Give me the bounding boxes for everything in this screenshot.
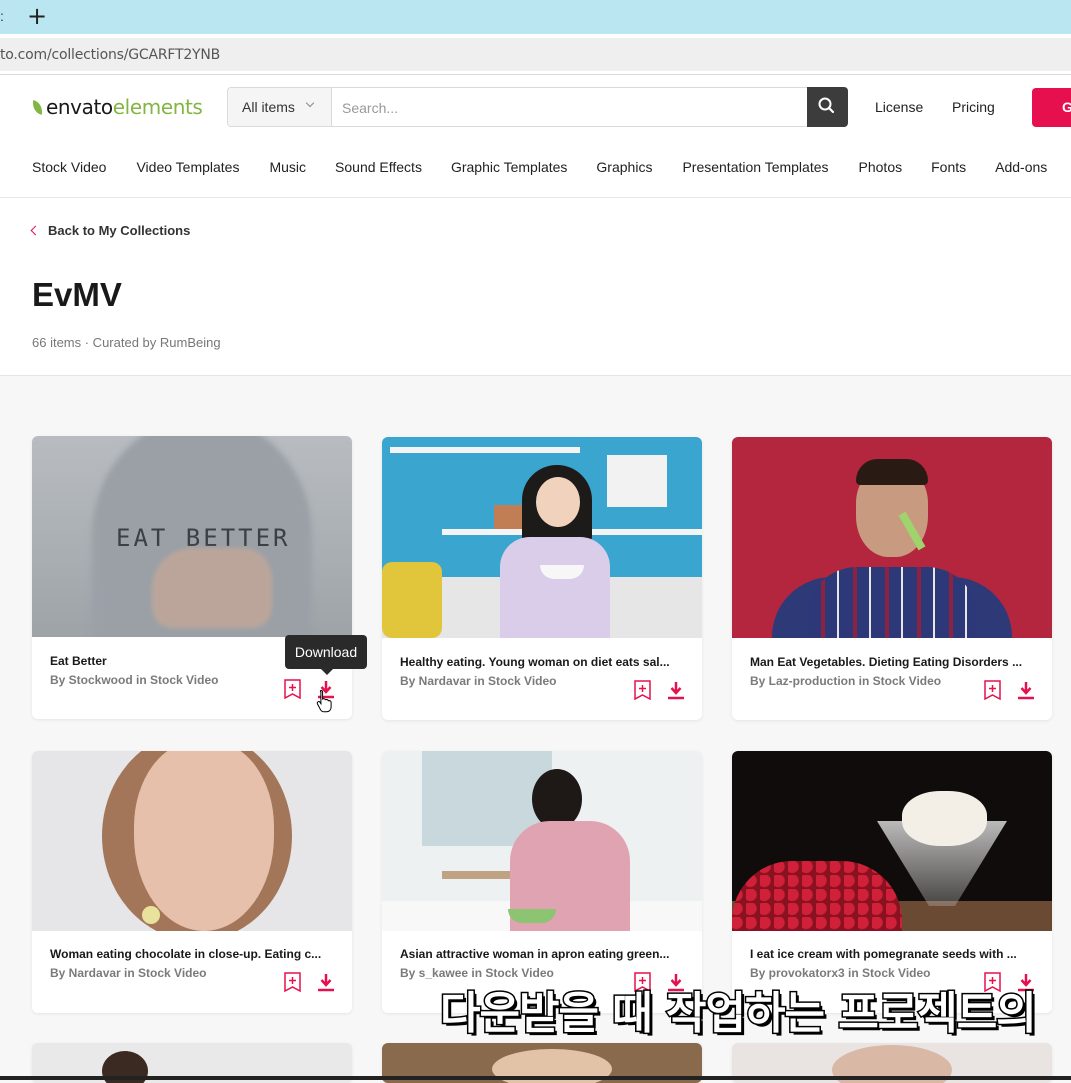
nav-add-ons[interactable]: Add-ons xyxy=(995,159,1047,175)
pricing-link[interactable]: Pricing xyxy=(952,99,995,115)
item-thumbnail[interactable] xyxy=(732,751,1052,931)
nav-graphic-templates[interactable]: Graphic Templates xyxy=(451,159,567,175)
bookmark-add-icon[interactable] xyxy=(284,679,301,699)
collection-meta: 66 items · Curated by RumBeing xyxy=(32,335,221,350)
nav-music[interactable]: Music xyxy=(269,159,306,175)
item-card[interactable]: EAT BETTER Eat Better By Stockwood in St… xyxy=(32,436,352,719)
nav-video-templates[interactable]: Video Templates xyxy=(136,159,239,175)
url-text: to.com/collections/GCARFT2YNB xyxy=(0,47,221,63)
nav-graphics[interactable]: Graphics xyxy=(596,159,652,175)
item-card[interactable]: Man Eat Vegetables. Dieting Eating Disor… xyxy=(732,437,1052,720)
bottom-edge xyxy=(0,1076,1071,1080)
logo-text-envato: envato xyxy=(46,95,113,119)
item-author[interactable]: By Nardavar in Stock Video xyxy=(400,674,557,688)
item-title[interactable]: Healthy eating. Young woman on diet eats… xyxy=(400,655,680,669)
item-thumbnail[interactable]: EAT BETTER xyxy=(32,436,352,637)
download-icon[interactable] xyxy=(1017,681,1035,701)
item-card[interactable]: I eat ice cream with pomegranate seeds w… xyxy=(732,751,1052,1013)
browser-tab-bar: : + xyxy=(0,0,1071,34)
nav-fonts[interactable]: Fonts xyxy=(931,159,966,175)
back-label: Back to My Collections xyxy=(48,223,191,238)
url-field[interactable]: to.com/collections/GCARFT2YNB xyxy=(0,38,1071,71)
item-card[interactable]: Woman eating chocolate in close-up. Eati… xyxy=(32,751,352,1013)
item-thumbnail[interactable] xyxy=(382,751,702,931)
chevron-down-icon xyxy=(305,98,315,108)
collection-title: EvMV xyxy=(32,276,122,313)
nav-stock-video[interactable]: Stock Video xyxy=(32,159,106,175)
item-title[interactable]: Asian attractive woman in apron eating g… xyxy=(400,947,680,961)
item-author[interactable]: By Nardavar in Stock Video xyxy=(50,966,207,980)
download-icon[interactable] xyxy=(667,681,685,701)
cta-label: G xyxy=(1062,99,1071,115)
download-icon[interactable] xyxy=(317,973,335,993)
category-dropdown[interactable]: All items xyxy=(228,88,332,126)
bookmark-add-icon[interactable] xyxy=(284,972,301,992)
chevron-left-icon xyxy=(30,225,41,236)
search-input[interactable] xyxy=(340,97,744,119)
collection-header: Back to My Collections EvMV 66 items · C… xyxy=(0,198,1071,376)
item-title[interactable]: Man Eat Vegetables. Dieting Eating Disor… xyxy=(750,655,1030,669)
nav-presentation-templates[interactable]: Presentation Templates xyxy=(682,159,828,175)
item-thumbnail[interactable] xyxy=(732,437,1052,638)
item-thumbnail[interactable] xyxy=(382,437,702,638)
item-title[interactable]: Woman eating chocolate in close-up. Eati… xyxy=(50,947,330,961)
envato-logo[interactable]: envato elements xyxy=(30,95,203,119)
logo-text-elements: elements xyxy=(112,95,203,119)
item-thumbnail[interactable] xyxy=(32,751,352,931)
category-nav: Stock Video Video Templates Music Sound … xyxy=(32,159,1047,175)
back-link[interactable]: Back to My Collections xyxy=(30,223,191,238)
license-link[interactable]: License xyxy=(875,99,923,115)
item-card[interactable]: Healthy eating. Young woman on diet eats… xyxy=(382,437,702,720)
category-label: All items xyxy=(242,99,295,115)
item-author[interactable]: By Laz-production in Stock Video xyxy=(750,674,941,688)
item-title[interactable]: I eat ice cream with pomegranate seeds w… xyxy=(750,947,1030,961)
nav-photos[interactable]: Photos xyxy=(859,159,903,175)
hand-cursor-icon xyxy=(316,689,332,713)
download-tooltip: Download xyxy=(285,635,367,675)
video-subtitle-overlay: 다운받을 때 작업하는 프로젝트의 xyxy=(439,987,1039,1041)
address-bar: to.com/collections/GCARFT2YNB xyxy=(0,34,1071,75)
tab-edge: : xyxy=(0,8,4,24)
item-card[interactable]: Asian attractive woman in apron eating g… xyxy=(382,751,702,1013)
search-bar: All items xyxy=(227,87,848,127)
leaf-icon xyxy=(30,99,45,115)
site-header: envatoelements All items License Pricing… xyxy=(0,75,1071,198)
nav-sound-effects[interactable]: Sound Effects xyxy=(335,159,422,175)
search-icon xyxy=(818,97,835,114)
search-button[interactable] xyxy=(807,87,848,127)
new-tab-button[interactable]: + xyxy=(27,2,47,30)
bookmark-add-icon[interactable] xyxy=(984,680,1001,700)
item-author[interactable]: By Stockwood in Stock Video xyxy=(50,673,218,687)
get-unlimited-button[interactable]: G xyxy=(1032,88,1071,127)
bookmark-add-icon[interactable] xyxy=(634,680,651,700)
